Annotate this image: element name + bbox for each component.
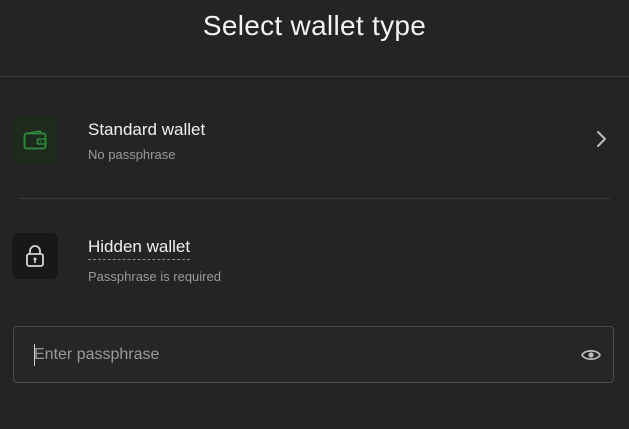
- header-divider: [0, 76, 629, 77]
- standard-wallet-subtitle: No passphrase: [88, 147, 176, 162]
- passphrase-input[interactable]: [34, 327, 554, 382]
- page-title: Select wallet type: [202, 10, 427, 41]
- wallet-icon: [12, 117, 58, 163]
- eye-icon[interactable]: [581, 345, 601, 365]
- chevron-right-icon: [595, 129, 609, 149]
- standard-wallet-title: Standard wallet: [88, 120, 206, 139]
- hidden-wallet-title: Hidden wallet: [88, 237, 191, 260]
- standard-wallet-option[interactable]: Standard wallet No passphrase: [0, 110, 629, 172]
- hidden-wallet-subtitle: Passphrase is required: [88, 269, 221, 284]
- text-cursor: [34, 344, 35, 366]
- option-divider: [18, 198, 610, 199]
- hidden-wallet-option[interactable]: Hidden wallet Passphrase is required: [0, 230, 629, 290]
- lock-icon: [12, 233, 58, 279]
- wallet-type-screen: Select wallet type Standard wallet No pa…: [0, 0, 629, 429]
- passphrase-field: [13, 326, 614, 383]
